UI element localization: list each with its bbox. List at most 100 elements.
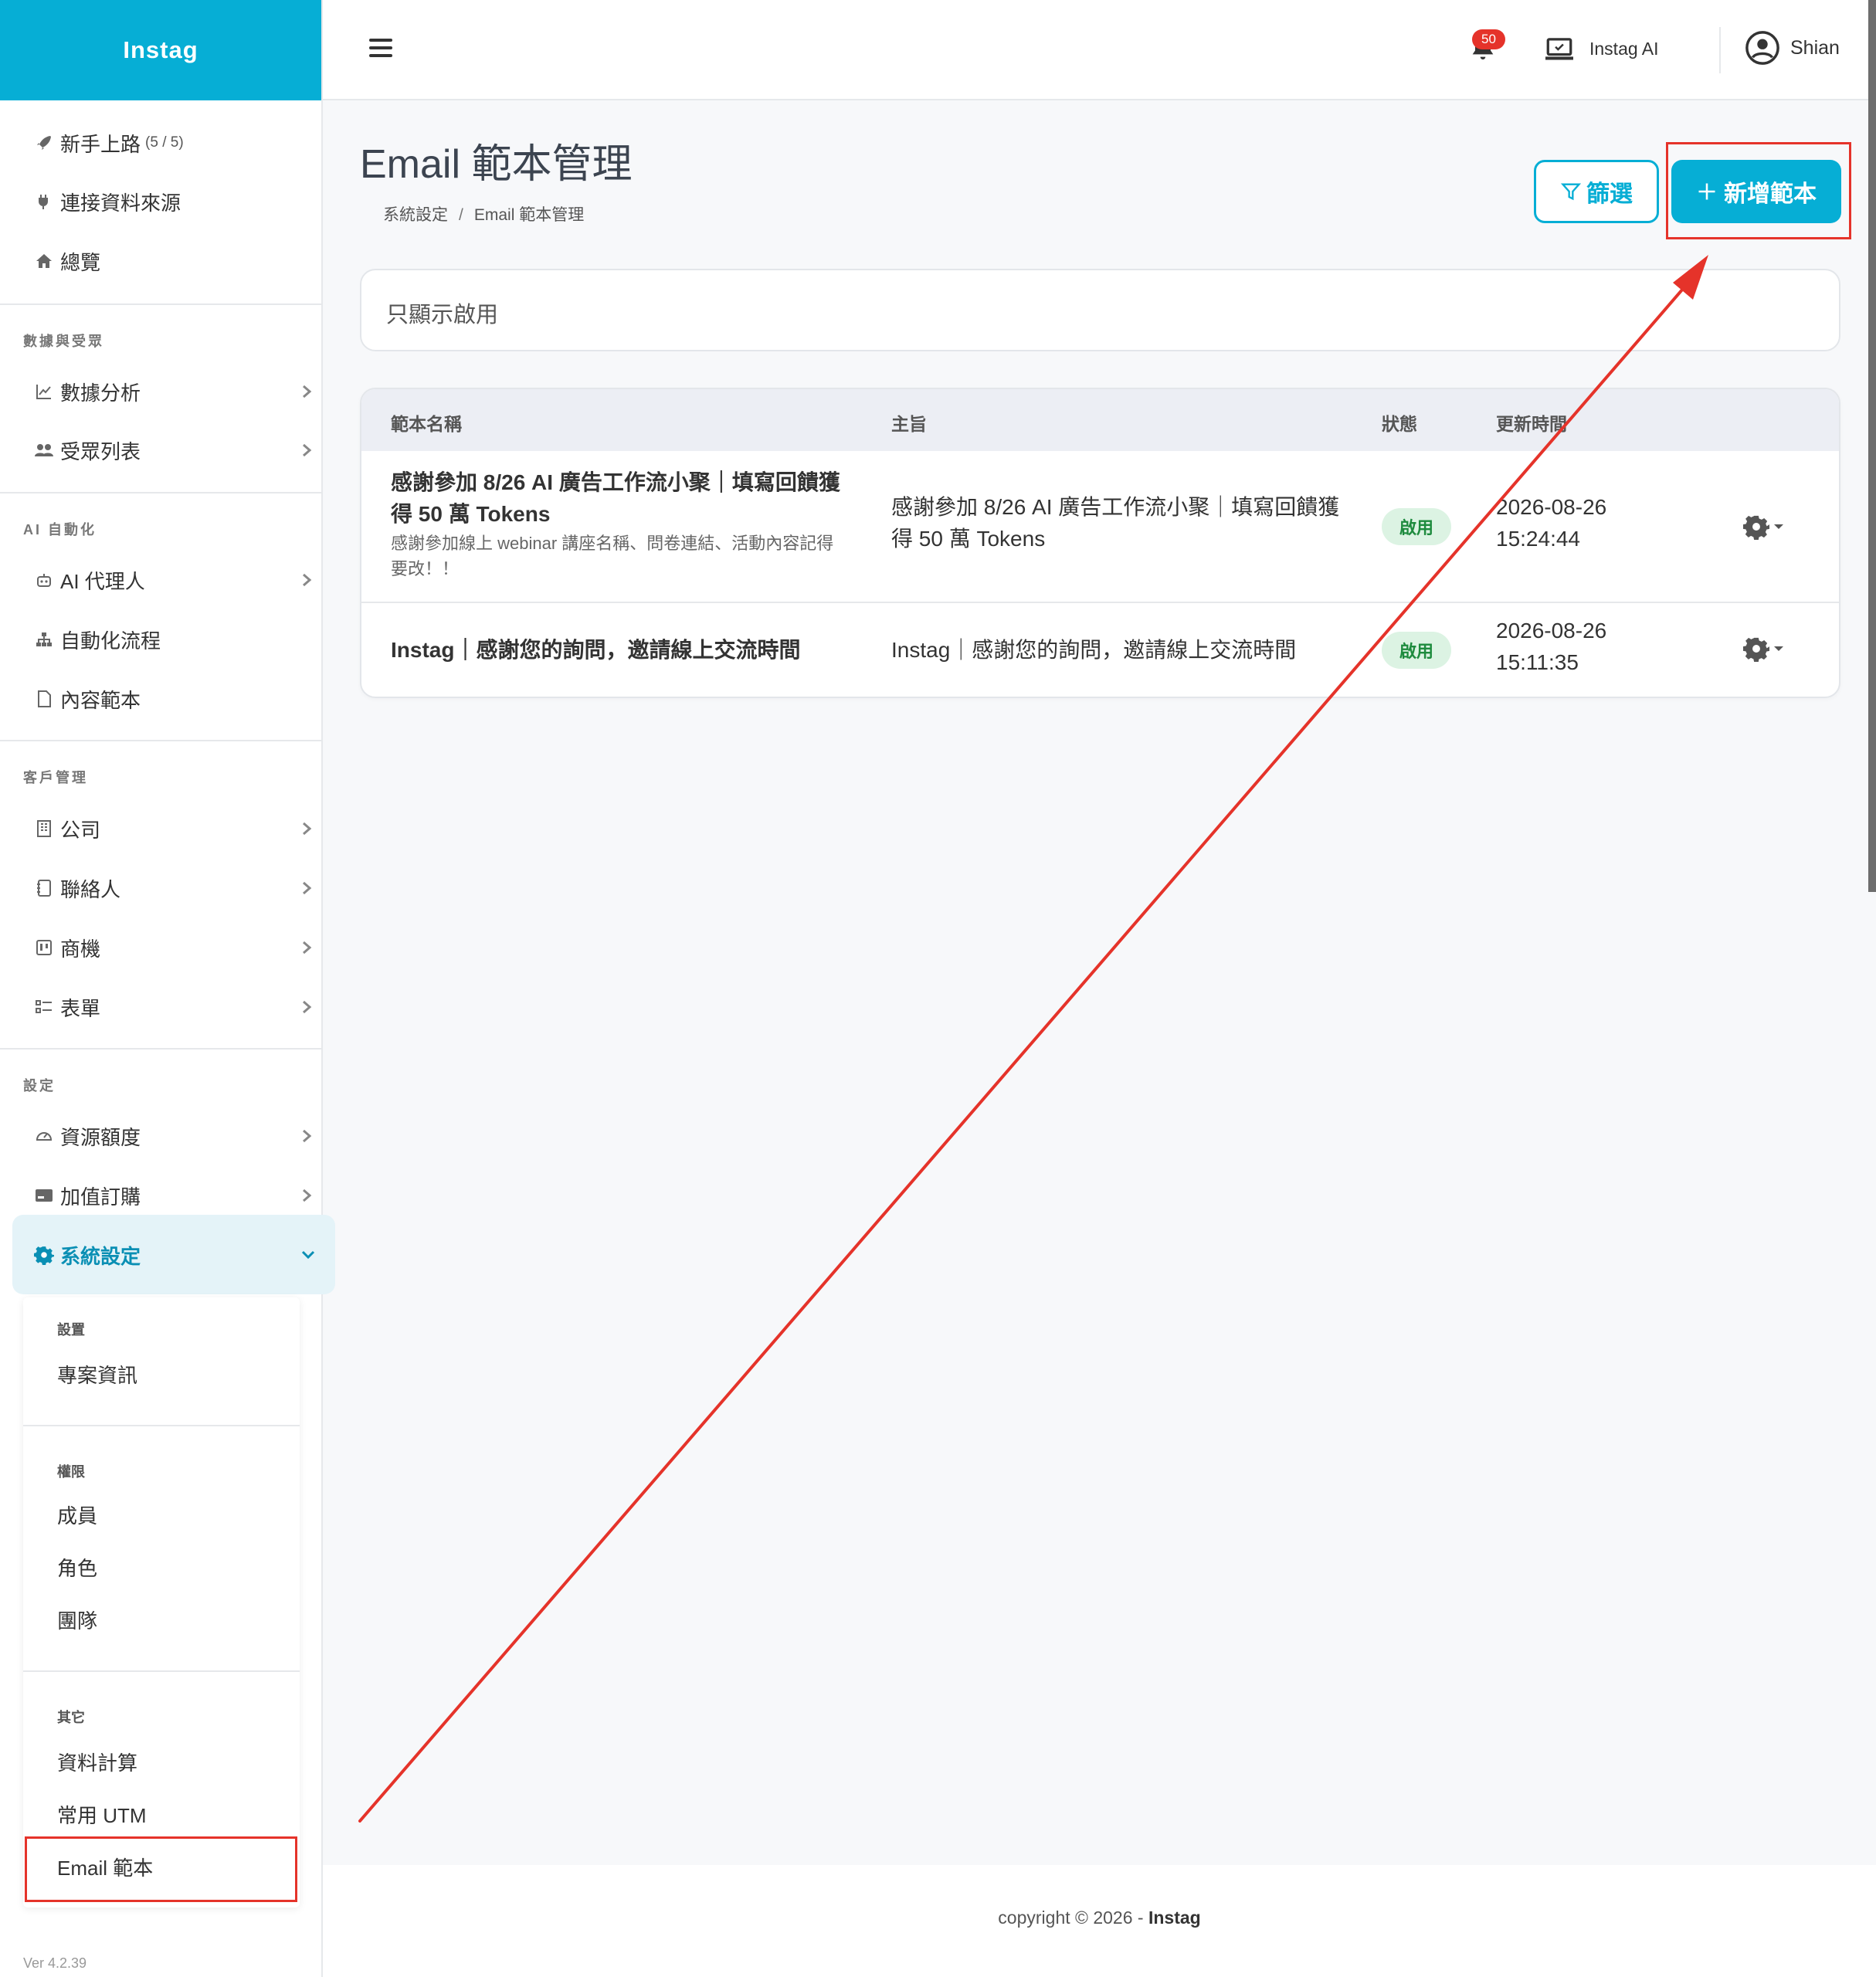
footer-brand-link[interactable]: Instag — [1148, 1907, 1201, 1928]
sitemap-icon — [32, 628, 56, 651]
section-title: 數據與受眾 — [23, 334, 104, 349]
sidebar-item-label: 表單 — [60, 996, 101, 1020]
workspace-name[interactable]: Instag AI — [1589, 39, 1659, 59]
chevron-right-icon — [295, 431, 318, 470]
sidebar-item-system-settings[interactable]: 系統設定 — [32, 1236, 318, 1274]
sidebar-item-connect-data[interactable]: 連接資料來源 — [32, 182, 181, 221]
sidebar: Instag 新手上路 (5 / 5) 連接資料來源 總覽 數據與受眾 數據分析 — [0, 0, 335, 1977]
column-header-updated[interactable]: 更新時間 — [1496, 409, 1567, 436]
submenu-item-roles[interactable]: 角色 — [57, 1553, 97, 1582]
sidebar-item-label: 公司 — [60, 818, 101, 842]
table-row[interactable]: Instag｜感謝您的詢問，邀請線上交流時間 Instag｜感謝您的詢問，邀請線… — [361, 603, 1839, 697]
submenu-group-title: 設置 — [57, 1322, 85, 1338]
row-actions-dropdown[interactable] — [1743, 511, 1789, 542]
updated-date: 2026-08-26 — [1496, 495, 1607, 519]
breadcrumb-item-current: Email 範本管理 — [473, 206, 585, 224]
address-book-icon — [32, 877, 56, 900]
divider — [0, 1048, 323, 1050]
divider — [0, 304, 323, 305]
chevron-down-icon — [297, 1236, 320, 1274]
sidebar-item-overview[interactable]: 總覽 — [32, 242, 100, 280]
filter-button-label: 篩選 — [1586, 181, 1633, 207]
divider — [23, 1670, 300, 1672]
sidebar-item-label: 總覽 — [60, 250, 101, 274]
user-circle-icon[interactable] — [1745, 30, 1780, 66]
sidebar-item-label: AI 代理人 — [60, 569, 145, 593]
sidebar-item-company[interactable]: 公司 — [32, 809, 318, 848]
updated-time: 15:11:35 — [1496, 650, 1579, 674]
sidebar-item-getting-started[interactable]: 新手上路 (5 / 5) — [32, 124, 184, 162]
copyright-text: copyright © 2026 - — [998, 1907, 1144, 1928]
rocket-icon — [32, 131, 56, 154]
updated-date: 2026-08-26 — [1496, 619, 1607, 643]
column-header-status[interactable]: 狀態 — [1382, 409, 1417, 436]
chart-line-icon — [32, 380, 56, 403]
table-row[interactable]: 感謝參加 8/26 AI 廣告工作流小聚｜填寫回饋獲得 50 萬 Tokens … — [361, 451, 1839, 602]
brand-logo[interactable]: Instag — [0, 0, 321, 100]
active-only-toggle[interactable]: 只顯示啟用 — [386, 297, 498, 329]
sidebar-item-addon[interactable]: 加值訂購 — [32, 1176, 318, 1215]
section-title: 設定 — [23, 1078, 56, 1094]
divider — [0, 492, 323, 493]
user-name[interactable]: Shian — [1790, 37, 1840, 59]
chevron-right-icon — [295, 928, 318, 967]
chevron-right-icon — [295, 869, 318, 907]
credit-card-icon — [32, 1184, 56, 1207]
filter-button[interactable]: 篩選 — [1534, 160, 1659, 223]
chevron-right-icon — [295, 372, 318, 411]
sidebar-item-label: 資源額度 — [60, 1125, 141, 1149]
submenu-item-project-info[interactable]: 專案資訊 — [57, 1360, 137, 1389]
sidebar-item-audience[interactable]: 受眾列表 — [32, 431, 318, 470]
filter-icon — [1560, 183, 1582, 201]
submenu-item-members[interactable]: 成員 — [57, 1501, 97, 1529]
building-icon — [32, 817, 56, 840]
progress-count: (5 / 5) — [145, 134, 184, 151]
updated-time: 15:24:44 — [1496, 527, 1580, 551]
laptop-icon — [1545, 38, 1573, 60]
sidebar-item-quota[interactable]: 資源額度 — [32, 1117, 318, 1155]
kanban-icon — [32, 936, 56, 959]
submenu-item-data-calc[interactable]: 資料計算 — [57, 1748, 137, 1776]
row-actions-dropdown[interactable] — [1743, 633, 1789, 664]
home-icon — [32, 249, 56, 273]
annotation-highlight-email-template — [25, 1836, 297, 1902]
sidebar-item-automation[interactable]: 自動化流程 — [32, 620, 161, 659]
sidebar-item-label: 連接資料來源 — [60, 191, 181, 215]
page-title: Email 範本管理 — [360, 142, 633, 187]
list-check-icon — [32, 995, 56, 1019]
breadcrumb-item[interactable]: 系統設定 — [383, 206, 448, 224]
section-title: AI 自動化 — [23, 522, 97, 537]
submenu-item-teams[interactable]: 團隊 — [57, 1606, 97, 1634]
submenu-item-utm[interactable]: 常用 UTM — [57, 1800, 147, 1829]
sidebar-item-deals[interactable]: 商機 — [32, 928, 318, 967]
footer: copyright © 2026 - Instag — [323, 1865, 1876, 1977]
sidebar-item-content-template[interactable]: 內容範本 — [32, 680, 141, 718]
scrollbar[interactable] — [1868, 0, 1876, 892]
sidebar-item-forms[interactable]: 表單 — [32, 988, 318, 1026]
column-header-subject[interactable]: 主旨 — [891, 409, 927, 436]
divider — [23, 1425, 300, 1426]
breadcrumb: 系統設定 / Email 範本管理 — [383, 202, 584, 226]
template-subject: Instag｜感謝您的詢問，邀請線上交流時間 — [891, 638, 1297, 662]
robot-icon — [32, 568, 56, 592]
menu-toggle-icon[interactable] — [369, 39, 392, 59]
version-label: Ver 4.2.39 — [23, 1955, 87, 1971]
table-header: 範本名稱 主旨 狀態 更新時間 — [361, 389, 1839, 451]
chevron-right-icon — [295, 809, 318, 848]
gauge-icon — [32, 1124, 56, 1148]
submenu-group-title: 權限 — [57, 1464, 85, 1480]
sidebar-item-label: 自動化流程 — [60, 629, 161, 653]
status-badge: 啟用 — [1382, 632, 1451, 669]
chevron-right-icon — [295, 988, 318, 1026]
column-header-name[interactable]: 範本名稱 — [391, 409, 462, 436]
sidebar-item-label: 新手上路 — [60, 132, 141, 156]
sidebar-item-contacts[interactable]: 聯絡人 — [32, 869, 318, 907]
template-name[interactable]: Instag｜感謝您的詢問，邀請線上交流時間 — [391, 634, 870, 666]
divider — [0, 740, 323, 741]
template-name[interactable]: 感謝參加 8/26 AI 廣告工作流小聚｜填寫回饋獲得 50 萬 Tokens — [391, 466, 846, 530]
chevron-right-icon — [295, 561, 318, 599]
sidebar-item-analytics[interactable]: 數據分析 — [32, 372, 318, 411]
sidebar-item-label: 系統設定 — [60, 1244, 141, 1268]
sidebar-item-ai-agent[interactable]: AI 代理人 — [32, 561, 318, 599]
plug-icon — [32, 190, 56, 213]
